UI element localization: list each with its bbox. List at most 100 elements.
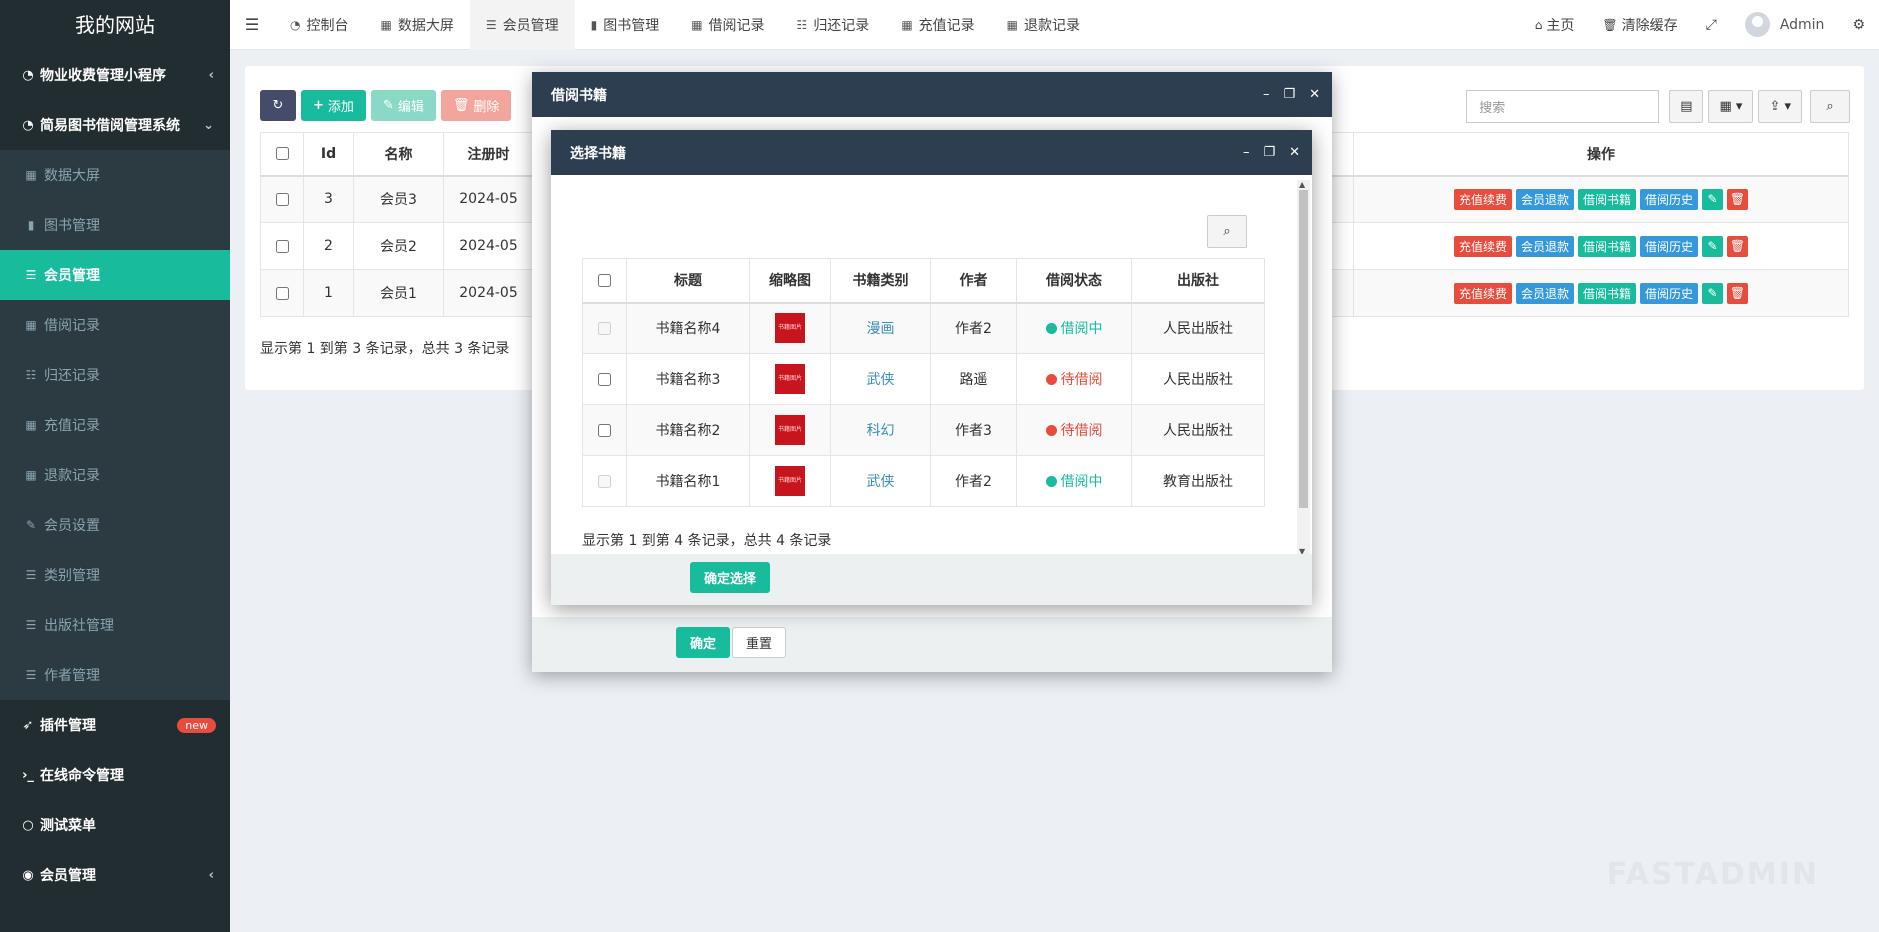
fullscreen-icon[interactable]: ⤢ <box>1692 17 1731 33</box>
clear-cache-button[interactable]: 🗑 清除缓存 <box>1588 15 1691 35</box>
row-checkbox[interactable] <box>275 192 289 206</box>
history-button[interactable]: 借阅历史 <box>1640 235 1699 257</box>
menu-toggle-icon[interactable]: ☰ <box>230 15 274 34</box>
dashboard-icon: ◔ <box>22 117 34 133</box>
category-link[interactable]: 武侠 <box>867 372 895 388</box>
user-menu[interactable]: Admin <box>1731 12 1839 37</box>
refund-button[interactable]: 会员退款 <box>1515 282 1574 304</box>
brand-logo[interactable]: 我的网站 <box>0 0 230 50</box>
column-header-author[interactable]: 作者 <box>930 258 1017 304</box>
column-header-publisher[interactable]: 出版社 <box>1131 258 1265 304</box>
history-button[interactable]: 借阅历史 <box>1640 282 1699 304</box>
toggle-view-button[interactable]: ▤ <box>1669 90 1704 123</box>
vertical-scrollbar[interactable]: ▲ ▼ <box>1297 180 1310 556</box>
tab-borrow-records[interactable]: ▦ 借阅记录 <box>675 0 780 50</box>
sidebar-item-plugin-management[interactable]: ➶ 插件管理 new <box>0 700 230 750</box>
category-link[interactable]: 武侠 <box>867 474 895 490</box>
minimize-icon[interactable]: – <box>1243 145 1250 160</box>
column-header-name[interactable]: 名称 <box>353 132 444 177</box>
search-toggle-button[interactable]: ⌕ <box>1810 90 1850 123</box>
confirm-select-button[interactable]: 确定选择 <box>690 562 771 593</box>
close-icon[interactable]: ✕ <box>1309 87 1320 102</box>
settings-gears-icon[interactable]: ⚙ <box>1838 17 1879 33</box>
sidebar-item-member-management[interactable]: ☰ 会员管理 <box>0 250 230 300</box>
sidebar-item-category-management[interactable]: ☰ 类别管理 <box>0 550 230 600</box>
select-all-checkbox[interactable] <box>598 273 611 287</box>
tab-recharge-records[interactable]: ▦ 充值记录 <box>885 0 990 50</box>
add-button[interactable]: + 添加 <box>301 90 366 121</box>
tab-dashboard[interactable]: ◔ 控制台 <box>274 0 364 50</box>
history-button[interactable]: 借阅历史 <box>1640 188 1699 210</box>
sidebar-item-recharge-records[interactable]: ▦ 充值记录 <box>0 400 230 450</box>
sidebar-item-test-menu[interactable]: ○ 测试菜单 <box>0 800 230 850</box>
borrow-button[interactable]: 借阅书籍 <box>1578 188 1637 210</box>
book-thumbnail[interactable]: 书籍图片 <box>775 313 805 344</box>
status-badge: 借阅中 <box>1045 471 1103 491</box>
sidebar-item-member-admin[interactable]: ◉ 会员管理 ‹ <box>0 850 230 900</box>
sidebar-item-author-management[interactable]: ☰ 作者管理 <box>0 650 230 700</box>
search-toggle-button[interactable]: ⌕ <box>1207 215 1247 248</box>
close-icon[interactable]: ✕ <box>1289 145 1300 160</box>
edit-row-button[interactable]: ✎ <box>1702 188 1724 210</box>
table-icon: ▦ <box>380 17 392 32</box>
row-checkbox[interactable] <box>598 372 611 386</box>
sidebar-item-library-system[interactable]: ◔ 简易图书借阅管理系统 ⌄ <box>0 100 230 150</box>
book-thumbnail[interactable]: 书籍图片 <box>775 364 805 394</box>
delete-row-button[interactable]: 🗑 <box>1727 235 1749 257</box>
edit-button[interactable]: ✎ 编辑 <box>370 90 436 121</box>
sidebar-item-refund-records[interactable]: ▦ 退款记录 <box>0 450 230 500</box>
sidebar-item-online-command[interactable]: ›_ 在线命令管理 <box>0 750 230 800</box>
maximize-icon[interactable]: ❐ <box>1263 145 1275 160</box>
column-header-regtime[interactable]: 注册时 <box>443 132 534 177</box>
export-dropdown-button[interactable]: ⇪ ▾ <box>1758 90 1802 123</box>
category-link[interactable]: 漫画 <box>867 321 895 337</box>
delete-button[interactable]: 🗑 删除 <box>440 90 512 121</box>
column-header-status[interactable]: 借阅状态 <box>1016 258 1132 304</box>
select-all-header <box>260 132 304 177</box>
delete-row-button[interactable]: 🗑 <box>1727 282 1749 304</box>
confirm-button[interactable]: 确定 <box>676 627 731 658</box>
recharge-button[interactable]: 充值续费 <box>1453 282 1512 304</box>
column-header-id[interactable]: Id <box>303 132 354 177</box>
select-all-checkbox[interactable] <box>275 147 289 161</box>
sidebar-item-member-settings[interactable]: ✎ 会员设置 <box>0 500 230 550</box>
column-header-title[interactable]: 标题 <box>626 258 750 304</box>
sidebar-item-return-records[interactable]: ☷ 归还记录 <box>0 350 230 400</box>
book-thumbnail[interactable]: 书籍图片 <box>775 466 805 496</box>
recharge-button[interactable]: 充值续费 <box>1453 188 1512 210</box>
cell-ops: 充值续费 会员退款 借阅书籍 借阅历史 ✎ 🗑 <box>1353 175 1849 223</box>
refund-button[interactable]: 会员退款 <box>1515 235 1574 257</box>
sidebar-item-data-screen[interactable]: ▦ 数据大屏 <box>0 150 230 200</box>
maximize-icon[interactable]: ❐ <box>1283 87 1295 102</box>
category-link[interactable]: 科幻 <box>867 423 895 439</box>
search-input[interactable]: 搜索 <box>1466 90 1660 123</box>
recharge-button[interactable]: 充值续费 <box>1453 235 1512 257</box>
tab-data-screen[interactable]: ▦ 数据大屏 <box>364 0 469 50</box>
sidebar-item-property-miniapp[interactable]: ◔ 物业收费管理小程序 ‹ <box>0 50 230 100</box>
column-header-category[interactable]: 书籍类别 <box>830 258 931 304</box>
refresh-button[interactable]: ↻ <box>260 90 296 121</box>
row-checkbox[interactable] <box>275 286 289 300</box>
borrow-button[interactable]: 借阅书籍 <box>1578 282 1637 304</box>
scroll-up-icon[interactable]: ▲ <box>1299 180 1305 189</box>
tab-refund-records[interactable]: ▦ 退款记录 <box>991 0 1096 50</box>
edit-row-button[interactable]: ✎ <box>1702 282 1724 304</box>
row-checkbox[interactable] <box>598 423 611 437</box>
columns-dropdown-button[interactable]: ▦ ▾ <box>1708 90 1754 123</box>
minimize-icon[interactable]: – <box>1263 87 1270 102</box>
row-checkbox[interactable] <box>275 239 289 253</box>
sidebar-item-book-management[interactable]: ▮ 图书管理 <box>0 200 230 250</box>
refund-button[interactable]: 会员退款 <box>1515 188 1574 210</box>
home-link[interactable]: ⌂ 主页 <box>1521 15 1589 35</box>
book-thumbnail[interactable]: 书籍图片 <box>775 415 805 445</box>
sidebar-item-borrow-records[interactable]: ▦ 借阅记录 <box>0 300 230 350</box>
edit-row-button[interactable]: ✎ <box>1702 235 1724 257</box>
scrollbar-thumb[interactable] <box>1299 190 1308 508</box>
tab-member-management[interactable]: ☰ 会员管理 <box>469 0 575 50</box>
tab-return-records[interactable]: ☷ 归还记录 <box>781 0 886 50</box>
borrow-button[interactable]: 借阅书籍 <box>1578 235 1637 257</box>
reset-button[interactable]: 重置 <box>732 627 787 658</box>
tab-book-management[interactable]: ▮ 图书管理 <box>575 0 676 50</box>
delete-row-button[interactable]: 🗑 <box>1727 188 1749 210</box>
sidebar-item-publisher-management[interactable]: ☰ 出版社管理 <box>0 600 230 650</box>
